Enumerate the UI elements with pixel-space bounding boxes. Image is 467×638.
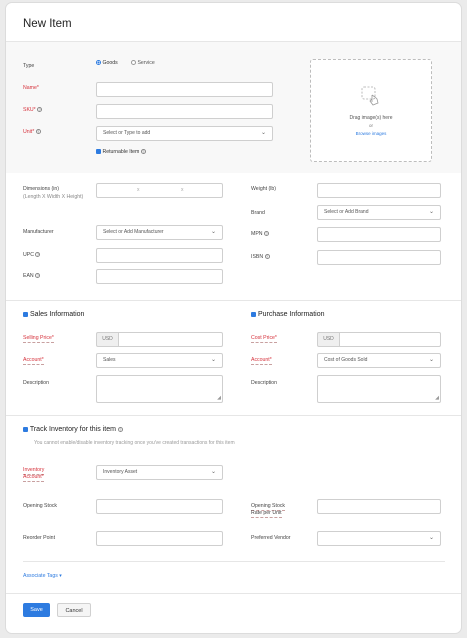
chevron-down-icon: ⌄	[210, 229, 216, 235]
reorder-point-input[interactable]	[96, 531, 223, 546]
browse-images-link[interactable]: Browse images	[311, 131, 431, 136]
resize-grip-icon[interactable]: ◢	[217, 396, 221, 401]
name-input[interactable]	[96, 82, 273, 97]
chevron-down-icon: ⌄	[210, 357, 216, 363]
chevron-down-icon: ⌄	[210, 469, 216, 475]
opening-stock-label: Opening Stock	[23, 503, 58, 509]
help-icon[interactable]: ?	[35, 129, 41, 135]
mpn-input[interactable]	[317, 227, 441, 242]
sales-account-label: Account*	[23, 357, 44, 365]
cancel-button[interactable]: Cancel	[57, 603, 91, 617]
reorder-point-label: Reorder Point	[23, 535, 56, 541]
type-label: Type	[23, 63, 35, 69]
preferred-vendor-label: Preferred Vendor	[251, 535, 291, 541]
checkbox-checked-icon	[23, 426, 28, 432]
checkbox-checked-icon	[251, 311, 256, 317]
page-title: New Item	[23, 18, 72, 30]
inventory-account-select[interactable]: Inventory Asset ⌄	[96, 465, 223, 480]
opening-stock-input[interactable]	[96, 499, 223, 514]
help-icon[interactable]: ?	[263, 231, 269, 237]
chevron-down-icon: ⌄	[428, 535, 434, 541]
isbn-label: ISBN ?	[251, 254, 270, 260]
type-radio-goods[interactable]: Goods	[96, 60, 118, 66]
brand-label: Brand	[251, 210, 265, 216]
purchase-account-label: Account*	[251, 357, 272, 365]
radio-off-icon	[131, 60, 136, 66]
dropzone-or: or	[368, 123, 373, 128]
resize-grip-icon[interactable]: ◢	[435, 396, 439, 401]
dimensions-label: Dimensions (in)	[23, 186, 60, 192]
sales-description-label: Description	[23, 380, 49, 386]
returnable-checkbox[interactable]: Returnable Item ?	[96, 149, 146, 155]
weight-label: Weight (lb)	[251, 186, 276, 192]
panel-header: New Item	[6, 3, 461, 42]
radio-on-icon	[96, 60, 101, 66]
caret-down-icon: ▾	[59, 573, 62, 579]
sales-description-textarea[interactable]: ◢	[96, 375, 223, 403]
opening-stock-rate-input[interactable]	[317, 499, 441, 514]
dimensions-sublabel: (Length X Width X Height)	[23, 194, 84, 200]
help-icon[interactable]: ?	[35, 252, 41, 258]
brand-select[interactable]: Select or Add Brand ⌄	[317, 205, 441, 220]
divider	[6, 415, 461, 416]
divider	[6, 593, 461, 594]
cost-price-label: Cost Price*	[251, 335, 277, 343]
inventory-account-label: Inventory Account*	[23, 467, 45, 482]
ean-label: EAN ?	[23, 273, 41, 279]
help-icon[interactable]: ?	[117, 426, 123, 432]
sku-label: SKU* ?	[23, 107, 43, 113]
checkbox-checked-icon	[23, 311, 28, 317]
help-icon[interactable]: ?	[140, 149, 146, 155]
purchase-account-select[interactable]: Cost of Goods Sold ⌄	[317, 353, 441, 368]
save-button[interactable]: Save	[23, 603, 50, 617]
purchase-description-textarea[interactable]: ◢	[317, 375, 441, 403]
manufacturer-label: Manufacturer	[23, 229, 54, 235]
cost-price-input[interactable]	[339, 332, 441, 347]
track-inventory-checkbox[interactable]: Track Inventory for this item ?	[23, 426, 123, 433]
dimension-separator: x	[137, 187, 140, 193]
help-icon[interactable]: ?	[37, 107, 43, 113]
upc-label: UPC ?	[23, 252, 41, 258]
preferred-vendor-select[interactable]: ⌄	[317, 531, 441, 546]
mpn-label: MPN ?	[251, 231, 269, 237]
sales-info-checkbox[interactable]: Sales Information	[23, 311, 84, 318]
currency-prefix: USD	[96, 332, 118, 347]
weight-input[interactable]	[317, 183, 441, 198]
isbn-input[interactable]	[317, 250, 441, 265]
ean-input[interactable]	[96, 269, 223, 284]
new-item-panel: New Item Type Goods Service Name* SKU* ?…	[5, 2, 462, 634]
inventory-note: You cannot enable/disable inventory trac…	[34, 440, 235, 446]
selling-price-input[interactable]	[118, 332, 223, 347]
opening-stock-rate-label: Opening Stock Rate per Unit	[251, 503, 286, 518]
dimensions-input[interactable]: x x	[96, 183, 223, 198]
dropzone-text: Drag image(s) here	[349, 115, 393, 121]
chevron-down-icon: ⌄	[260, 130, 266, 136]
purchase-description-label: Description	[251, 380, 277, 386]
name-label: Name*	[23, 85, 39, 91]
manufacturer-select[interactable]: Select or Add Manufacturer ⌄	[96, 225, 223, 240]
upc-input[interactable]	[96, 248, 223, 263]
currency-prefix: USD	[317, 332, 339, 347]
unit-select[interactable]: Select or Type to add ⌄	[96, 126, 273, 141]
help-icon[interactable]: ?	[35, 273, 41, 279]
selling-price-label: Selling Price*	[23, 335, 54, 343]
help-icon[interactable]: ?	[264, 254, 270, 260]
divider	[23, 561, 445, 562]
dimension-separator: x	[181, 187, 184, 193]
checkbox-checked-icon	[96, 149, 101, 155]
divider	[6, 300, 461, 301]
associate-tags-toggle[interactable]: Associate Tags ▾	[23, 573, 62, 579]
sales-account-select[interactable]: Sales ⌄	[96, 353, 223, 368]
unit-label: Unit* ?	[23, 129, 41, 135]
image-dropzone[interactable]: Drag image(s) here or Browse images	[310, 59, 432, 162]
chevron-down-icon: ⌄	[428, 209, 434, 215]
sku-input[interactable]	[96, 104, 273, 119]
chevron-down-icon: ⌄	[428, 357, 434, 363]
image-upload-icon	[361, 86, 379, 106]
purchase-info-checkbox[interactable]: Purchase Information	[251, 311, 325, 318]
type-radio-service[interactable]: Service	[131, 60, 155, 66]
